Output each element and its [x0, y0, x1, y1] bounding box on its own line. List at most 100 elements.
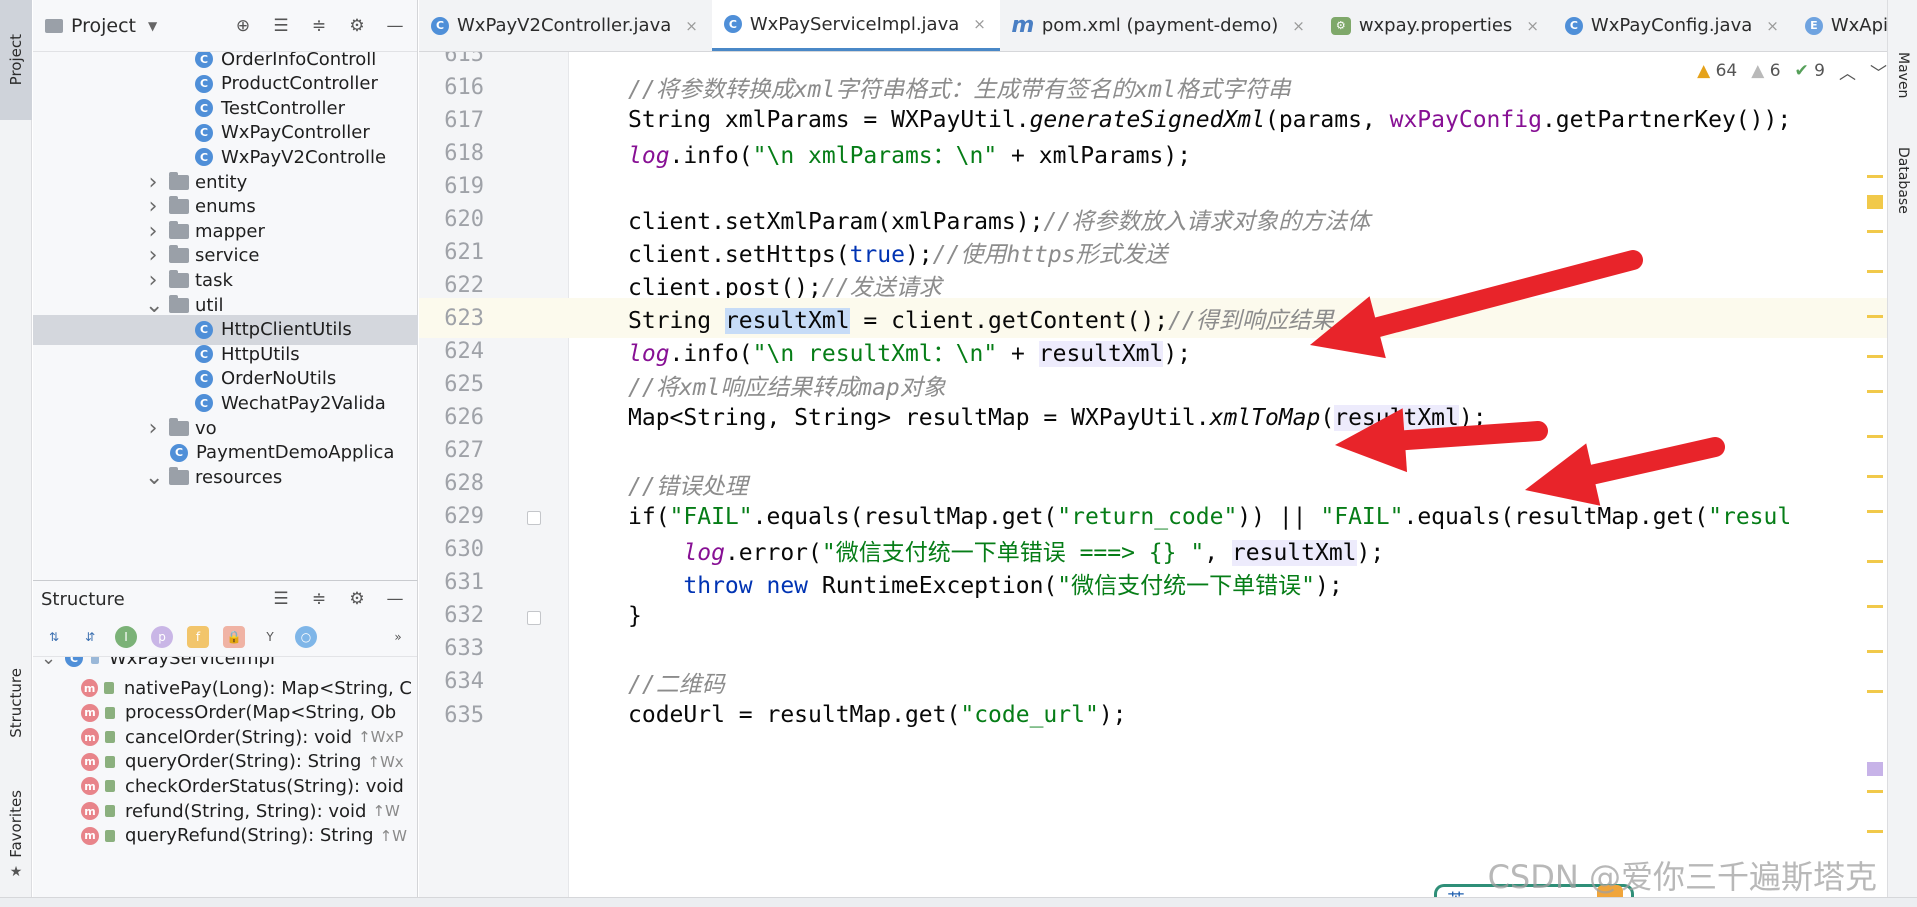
tree-item-label: util — [195, 294, 224, 316]
warnings-count[interactable]: ▲ 64 — [1697, 61, 1737, 81]
typos-count[interactable]: ✔ 9 — [1795, 61, 1825, 81]
stripe-mark[interactable] — [1867, 510, 1883, 513]
maven-tool-tab[interactable]: Maven — [1888, 40, 1917, 110]
structure-method-row[interactable]: m queryRefund(String): String ↑W — [33, 821, 418, 851]
stripe-mark[interactable] — [1867, 195, 1883, 209]
editor-tab[interactable]: m pom.xml (payment-demo) × — [1000, 0, 1319, 51]
gear-icon[interactable]: ⚙ — [347, 589, 367, 609]
code-text: //二维码 — [628, 665, 725, 699]
string-literal: "return_code" — [1057, 503, 1238, 530]
stripe-mark[interactable] — [1867, 830, 1883, 833]
line-number: 630 — [444, 537, 484, 563]
stripe-mark[interactable] — [1867, 270, 1883, 273]
public-lock-icon — [105, 731, 115, 744]
filter-icon[interactable]: Y — [259, 626, 281, 648]
project-view-selector[interactable]: Project ▼ — [45, 15, 157, 37]
expand-all-icon[interactable]: ☰ — [271, 589, 291, 609]
stripe-mark[interactable] — [1867, 390, 1883, 393]
line-number: 617 — [444, 107, 484, 133]
stripe-mark[interactable] — [1867, 355, 1883, 358]
show-anonymous-icon[interactable]: ○ — [295, 625, 317, 648]
code-line[interactable]: 635 codeUrl = resultMap.get("code_url"); — [419, 695, 1887, 735]
code-text: if("FAIL".equals(resultMap.get("return_c… — [628, 504, 1791, 530]
stripe-mark[interactable] — [1867, 790, 1883, 793]
next-highlight-icon[interactable]: ﹀ — [1870, 59, 1887, 84]
expand-all-icon[interactable]: ☰ — [271, 16, 291, 36]
folder-icon — [169, 220, 189, 239]
close-icon[interactable]: × — [685, 17, 698, 35]
previous-highlight-icon[interactable]: ︿ — [1839, 59, 1856, 84]
line-number: 622 — [444, 272, 484, 298]
method-icon: m — [81, 777, 99, 796]
editor-tab[interactable]: C WxPayServiceImpl.java × — [711, 0, 1000, 51]
error-stripe[interactable] — [1863, 90, 1887, 907]
stripe-mark[interactable] — [1867, 230, 1883, 233]
chevron-down-icon[interactable]: ⌄ — [41, 657, 57, 669]
editor-tab[interactable]: C WxPayConfig.java × — [1553, 0, 1793, 51]
line-number: 621 — [444, 239, 484, 265]
close-icon[interactable]: × — [1526, 17, 1539, 35]
sort-alphabetically-icon[interactable]: ⇵ — [79, 626, 101, 648]
chevron-down-icon[interactable]: ⌄ — [145, 465, 163, 490]
stripe-mark[interactable] — [1867, 605, 1883, 608]
stripe-mark[interactable] — [1867, 762, 1883, 776]
close-icon[interactable]: × — [1766, 17, 1779, 35]
more-icon[interactable]: » — [387, 626, 409, 648]
show-fields-icon[interactable]: f — [187, 625, 209, 648]
fold-marker[interactable] — [527, 511, 541, 525]
stripe-mark[interactable] — [1867, 175, 1883, 178]
fold-marker[interactable] — [527, 611, 541, 625]
locate-icon[interactable]: ⊕ — [233, 16, 253, 36]
line-number: 632 — [444, 603, 484, 629]
method-icon: m — [81, 703, 99, 722]
favorites-tool-tab[interactable]: Favorites ★ — [0, 780, 32, 890]
project-folder-icon — [45, 18, 63, 33]
line-number: 615 — [444, 52, 484, 67]
show-non-public-icon[interactable]: 🔒 — [223, 625, 245, 648]
collapse-all-icon[interactable]: ≑ — [309, 16, 329, 36]
gear-icon[interactable]: ⚙ — [347, 16, 367, 36]
method-inherit-marker: ↑W — [372, 802, 400, 820]
project-panel: Project ▼ ⊕ ☰ ≑ ⚙ — C OrderInfoControll C P… — [33, 0, 418, 580]
star-icon: ★ — [9, 863, 23, 880]
code-text: //将xml响应结果转成map对象 — [628, 368, 946, 402]
structure-root-row[interactable]: ⌄ C WxPayServiceImpl — [33, 657, 418, 673]
line-number: 618 — [444, 140, 484, 166]
sort-by-visibility-icon[interactable]: ⇅ — [43, 626, 65, 648]
close-icon[interactable]: × — [1292, 17, 1305, 35]
stripe-mark[interactable] — [1867, 560, 1883, 563]
structure-tool-tab[interactable]: Structure — [0, 640, 32, 765]
inspection-widget[interactable]: ▲ 64 ▲ 6 ✔ 9 ︿ ﹀ — [1697, 58, 1887, 84]
identifier-usage: resultXml — [1334, 404, 1459, 431]
code-editor[interactable]: 615 616 //将参数转换成xml字符串格式：生成带有签名的xml格式字符串 61… — [419, 52, 1887, 907]
stripe-mark[interactable] — [1867, 475, 1883, 478]
method-signature: queryOrder(String): String — [125, 751, 362, 773]
stripe-mark[interactable] — [1867, 315, 1883, 318]
database-tool-label: Database — [1895, 146, 1911, 214]
method-icon: m — [81, 728, 99, 747]
close-icon[interactable]: × — [973, 15, 986, 33]
warnings-count-value: 64 — [1715, 61, 1738, 81]
chevron-down-icon: ▼ — [148, 18, 158, 33]
stripe-mark[interactable] — [1867, 650, 1883, 653]
minimize-icon[interactable]: — — [385, 16, 405, 36]
database-tool-tab[interactable]: Database — [1888, 130, 1917, 230]
weak-warnings-count[interactable]: ▲ 6 — [1751, 61, 1780, 81]
show-properties-icon[interactable]: p — [151, 625, 173, 648]
collapse-all-icon[interactable]: ≑ — [309, 589, 329, 609]
editor-tab[interactable]: ⚙ wxpay.properties × — [1319, 0, 1553, 51]
tab-label: wxpay.properties — [1358, 15, 1513, 36]
java-class-icon: C — [431, 16, 449, 35]
show-inherited-icon[interactable]: I — [115, 625, 137, 648]
tree-folder-row[interactable]: ⌄ resources — [33, 462, 418, 492]
editor-tab[interactable]: E WxApiTy — [1793, 0, 1887, 51]
stripe-mark[interactable] — [1867, 690, 1883, 693]
editor-tab[interactable]: C WxPayV2Controller.java × — [419, 0, 712, 51]
class-icon: C — [195, 52, 213, 68]
structure-root-label: WxPayServiceImpl — [109, 657, 275, 669]
minimize-icon[interactable]: — — [385, 589, 405, 609]
project-tool-tab[interactable]: Project — [0, 0, 32, 120]
stripe-mark[interactable] — [1867, 435, 1883, 438]
class-icon: C — [195, 320, 213, 339]
code-text: String resultXml = client.getContent();/… — [628, 301, 1334, 335]
